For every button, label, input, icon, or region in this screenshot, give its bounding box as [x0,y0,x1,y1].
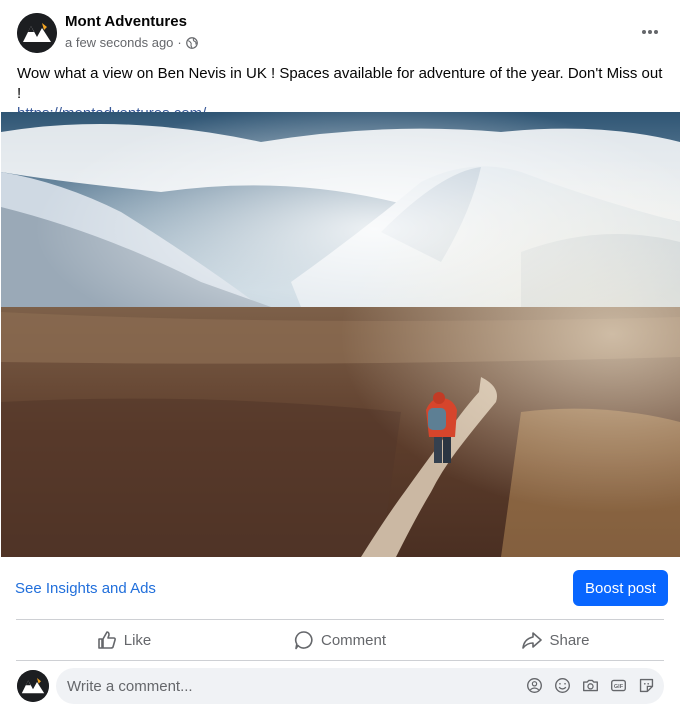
share-icon [522,632,543,649]
globe-icon[interactable] [185,36,198,49]
divider [16,660,664,661]
meta-separator: · [177,35,182,50]
more-dots-icon [642,30,658,34]
insights-row: See Insights and Ads Boost post [0,557,680,619]
gif-icon[interactable]: GIF [609,676,628,695]
mont-adventures-logo [17,670,49,702]
boost-post-button[interactable]: Boost post [573,570,668,606]
post-text: Wow what a view on Ben Nevis in UK ! Spa… [17,65,663,102]
avatar-sticker-icon[interactable] [525,676,544,695]
post-image[interactable] [1,112,680,557]
comment-icon [294,631,313,650]
share-label: Share [549,631,590,649]
mont-adventures-logo [17,13,57,53]
comment-tools: GIF [525,676,656,695]
comment-button[interactable]: Comment [232,620,448,660]
emoji-icon[interactable] [553,676,572,695]
comment-input[interactable] [56,676,509,696]
comment-composer: GIF [0,668,680,708]
camera-icon[interactable] [581,676,600,695]
facebook-post-card: Mont Adventures a few seconds ago · Wow … [0,0,680,711]
commenter-avatar[interactable] [17,670,49,702]
comment-label: Comment [320,631,387,649]
post-header: Mont Adventures a few seconds ago · [0,0,680,60]
see-insights-link[interactable]: See Insights and Ads [15,580,156,597]
post-actions: Like Comment Share [16,620,664,660]
like-label: Like [123,631,152,649]
post-meta: a few seconds ago · [65,35,198,50]
comment-input-wrapper: GIF [56,668,664,704]
more-options-button[interactable] [636,18,664,46]
like-button[interactable]: Like [16,620,232,660]
page-avatar[interactable] [17,13,57,53]
share-button[interactable]: Share [448,620,664,660]
like-icon [97,631,116,649]
mountain-hiker-photo [1,112,680,557]
sticker-icon[interactable] [637,676,656,695]
svg-text:GIF: GIF [614,684,624,690]
post-timestamp[interactable]: a few seconds ago [65,35,173,50]
page-name[interactable]: Mont Adventures [65,13,187,30]
